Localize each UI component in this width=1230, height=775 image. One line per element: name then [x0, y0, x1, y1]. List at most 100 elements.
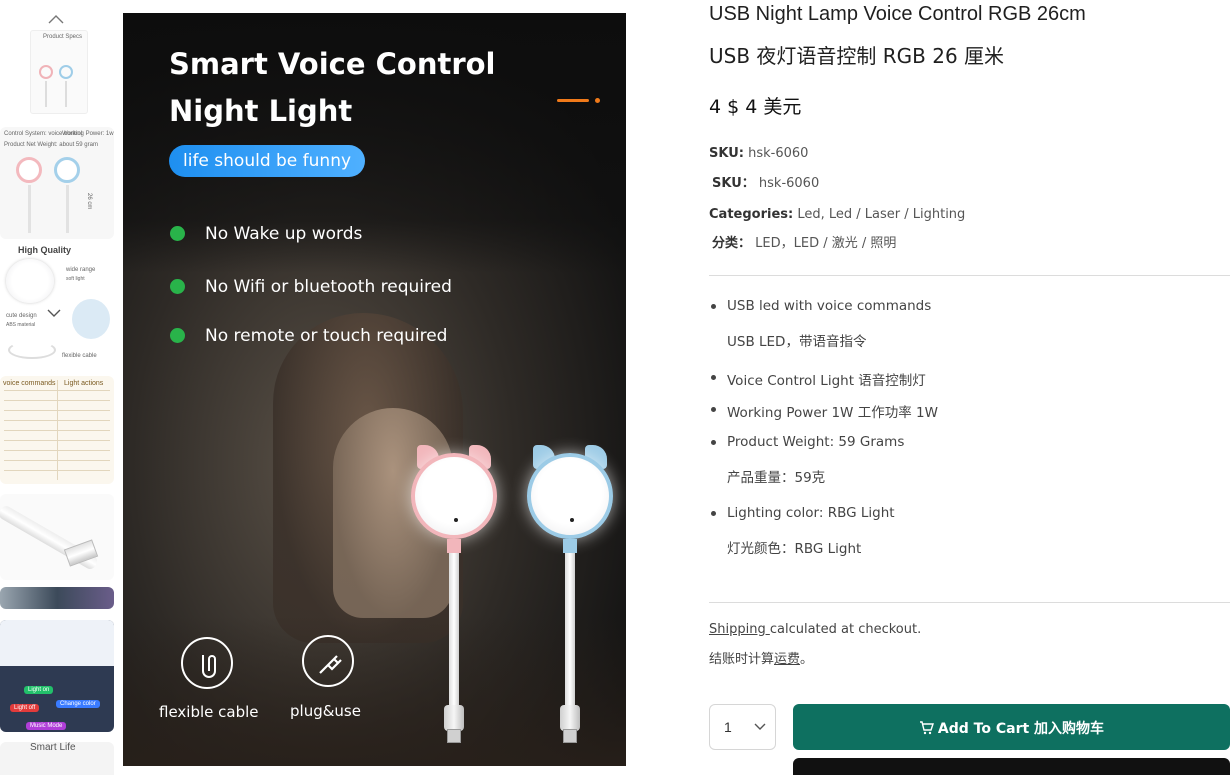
categories-label-zh: 分类： [712, 236, 752, 251]
thumbnail-caption: wide range [66, 267, 96, 273]
thumbnail-caption: Smart Life [30, 742, 76, 753]
quantity-selector[interactable]: 1 [709, 704, 776, 750]
add-to-cart-label: Add To Cart 加入购物车 [793, 718, 1230, 738]
thumbnail-caption: ABS material [6, 322, 36, 328]
thumbnail-caption: flexible cable [62, 353, 97, 359]
add-to-cart-button[interactable]: Add To Cart 加入购物车 [793, 704, 1230, 750]
thumbnail-caption: Product Specs [43, 34, 83, 40]
buy-now-button[interactable] [793, 758, 1230, 775]
shipping-link[interactable]: Shipping [709, 622, 770, 637]
bullet-subtext: 灯光颜色：RBG Light [727, 541, 862, 557]
categories-label: Categories: [709, 207, 794, 222]
usb-plug [560, 705, 580, 731]
thumbnail-caption: Music Mode [26, 722, 67, 730]
check-dot-icon [170, 328, 185, 343]
cable-thumb-shape [8, 341, 56, 359]
lamp-sensor [570, 518, 574, 522]
shipping-suffix-zh: 。 [800, 652, 814, 667]
sku-label: SKU: [709, 146, 744, 161]
thumbnail-caption: Light actions [64, 380, 104, 387]
shipping-link-zh[interactable]: 运费 [774, 652, 800, 667]
thumbnail-8[interactable]: Smart Life [0, 742, 114, 775]
bullet-subtext: 产品重量：59克 [727, 470, 826, 486]
lamp-cable [565, 553, 575, 705]
main-product-image[interactable]: Smart Voice Control Night Light life sho… [123, 13, 626, 766]
bullet-dot [711, 511, 716, 516]
lamp-sensor [454, 518, 458, 522]
bullet-text: Lighting color: RBG Light [727, 505, 895, 521]
sku-value: hsk-6060 [748, 146, 809, 161]
shipping-text: calculated at checkout. [769, 622, 922, 637]
lamp-cable [449, 553, 459, 705]
categories-value-zh[interactable]: LED，LED / 激光 / 照明 [755, 236, 896, 251]
thumbnail-7[interactable]: Light on Change color Light off Music Mo… [0, 620, 114, 732]
cable-thumb-shape [66, 185, 69, 233]
add-to-cart-text: Add To Cart 加入购物车 [937, 721, 1105, 737]
accent-line [557, 99, 589, 102]
feature-item: No remote or touch required [170, 325, 447, 347]
chevron-down-icon[interactable] [46, 305, 62, 323]
lamp-neck [563, 539, 577, 553]
lamp-neck [447, 539, 461, 553]
thumbnail-caption: Working Power: 1w [62, 131, 114, 137]
lamp-thumb-shape [16, 157, 42, 183]
feature-text: No remote or touch required [205, 326, 448, 346]
feature-icon-caption: plug&use [290, 702, 361, 720]
lamp-head [411, 453, 497, 539]
check-dot-icon [170, 279, 185, 294]
shipping-note-zh: 结账时计算运费。 [709, 648, 813, 667]
flexible-cable-icon [181, 637, 233, 689]
shipping-note: Shipping calculated at checkout. [709, 622, 921, 637]
lamp-thumb-shape [72, 299, 110, 339]
categories-row: Categories: Led, Led / Laser / Lighting [709, 207, 965, 222]
bullet-dot [711, 440, 716, 445]
usb-connector [563, 729, 577, 743]
thumbnail-caption: voice commands [3, 380, 56, 387]
divider [709, 275, 1230, 276]
usb-connector [447, 729, 461, 743]
bullet-text: Working Power 1W 工作功率 1W [727, 405, 938, 421]
quantity-value: 1 [724, 719, 732, 735]
thumbnail-1[interactable]: Product Specs [30, 30, 88, 114]
tagline-pill: life should be funny [169, 145, 366, 177]
bullet-text: USB led with voice commands [727, 298, 932, 314]
thumbnail-3[interactable]: High Quality wide range soft light cute … [0, 245, 114, 370]
bullet-text: Voice Control Light 语音控制灯 [727, 373, 926, 389]
bullet-subtext: USB LED，带语音指令 [727, 334, 867, 350]
icon-strip [0, 620, 114, 666]
thumbnail-5[interactable] [0, 494, 114, 580]
usb-plug-icon [302, 635, 354, 687]
thumbnail-6[interactable] [0, 587, 114, 609]
cart-icon [919, 721, 934, 735]
lamp-thumb-shape [54, 157, 80, 183]
lamp-head [527, 453, 613, 539]
lamp-thumb-shape [39, 65, 53, 79]
hero-title: Smart Voice Control Night Light [169, 41, 529, 135]
feature-text: No Wake up words [205, 224, 363, 244]
product-page: Product Specs Control System: voice cont… [0, 0, 1230, 775]
thumbnail-2[interactable]: Control System: voice control Working Po… [0, 127, 114, 239]
feature-item: No Wake up words [170, 223, 362, 245]
hero-title-line-2: Night Light [169, 94, 353, 128]
product-title: USB Night Lamp Voice Control RGB 26cm [709, 3, 1086, 25]
bullet-dot [711, 375, 716, 380]
feature-icon-caption: flexible cable [159, 703, 259, 721]
thumbnail-gallery: Product Specs Control System: voice cont… [0, 0, 115, 775]
table-line [57, 380, 58, 480]
thumbnail-caption: Light on [24, 686, 54, 694]
thumbnail-4[interactable]: voice commands Light actions [0, 376, 114, 484]
bullet-dot [711, 407, 716, 412]
thumbnail-caption: 26 cm [86, 193, 92, 210]
bullet-text: Product Weight: 59 Grams [727, 434, 905, 450]
cable-thumb-shape [65, 81, 67, 107]
chevron-up-icon[interactable] [47, 12, 65, 26]
shipping-text-zh: 结账时计算 [709, 652, 775, 667]
cable-thumb-shape [45, 81, 47, 107]
thumbnail-caption: Change color [56, 700, 100, 708]
check-dot-icon [170, 226, 185, 241]
thumbnail-caption: High Quality [18, 245, 72, 255]
categories-value[interactable]: Led, Led / Laser / Lighting [797, 207, 965, 222]
sku-row-zh: SKU： hsk-6060 [712, 172, 819, 191]
product-price: 4 $ 4 美元 [709, 96, 802, 118]
sku-value-zh: hsk-6060 [758, 176, 820, 191]
